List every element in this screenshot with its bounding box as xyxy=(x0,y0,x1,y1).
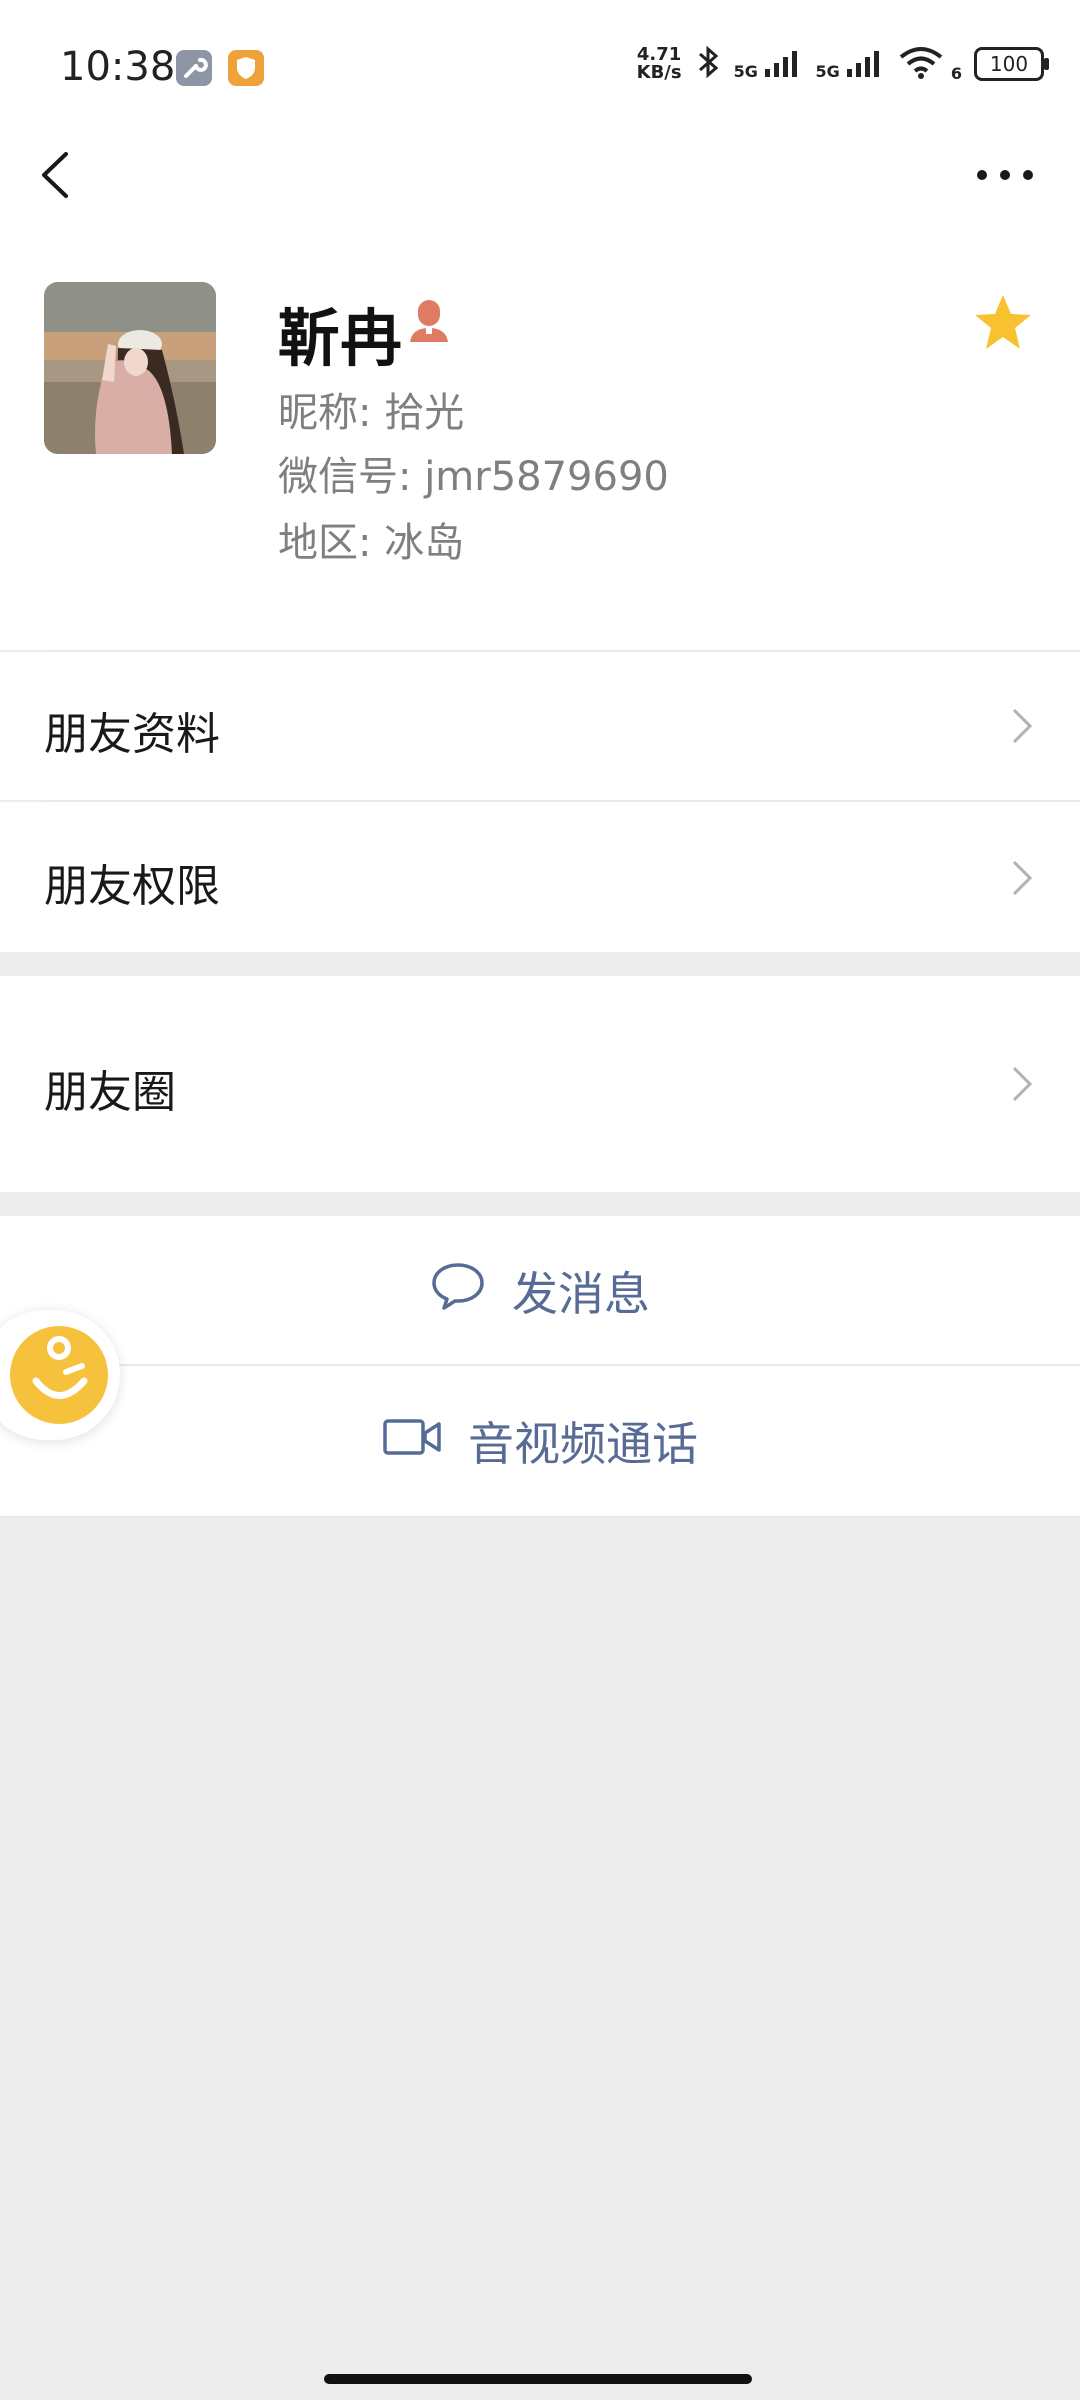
top-nav xyxy=(0,120,1080,230)
chat-bubble-icon xyxy=(430,1261,486,1322)
bluetooth-icon xyxy=(694,44,722,84)
signal-5g-1: 5G xyxy=(734,47,804,81)
status-icons: 4.71 KB/s 5G 5G 6 100 xyxy=(636,44,1049,84)
female-icon xyxy=(408,298,450,344)
wechat-id-text: 微信号: jmr5879690 xyxy=(278,454,669,500)
signal-bars-icon xyxy=(847,51,880,77)
nickname-text: 昵称: 拾光 xyxy=(278,390,465,436)
send-message-button[interactable]: 发消息 xyxy=(0,1216,1080,1366)
chevron-right-icon xyxy=(1010,1064,1034,1104)
wifi-icon: 6 xyxy=(897,45,962,83)
status-bar: 10:38 4.71 KB/s 5G 5G 6 100 xyxy=(0,0,1080,120)
friend-permissions-item[interactable]: 朋友权限 xyxy=(0,802,1080,952)
back-icon[interactable] xyxy=(36,150,76,200)
home-indicator[interactable] xyxy=(324,2374,752,2384)
divider xyxy=(0,1516,1080,1518)
floating-assistant-button[interactable] xyxy=(0,1310,120,1440)
region-text: 地区: 冰岛 xyxy=(278,520,465,566)
friend-permissions-label: 朋友权限 xyxy=(44,861,220,912)
video-call-button[interactable]: 音视频通话 xyxy=(0,1366,1080,1516)
more-icon[interactable] xyxy=(970,160,1040,190)
wrench-app-icon xyxy=(176,50,212,86)
video-call-label: 音视频通话 xyxy=(468,1417,698,1471)
status-time: 10:38 xyxy=(60,44,176,90)
moments-label: 朋友圈 xyxy=(44,1067,176,1118)
network-speed: 4.71 KB/s xyxy=(636,44,682,83)
chevron-right-icon xyxy=(1010,706,1034,746)
assistant-icon xyxy=(10,1326,108,1424)
friend-info-item[interactable]: 朋友资料 xyxy=(0,652,1080,800)
star-icon[interactable] xyxy=(972,292,1034,354)
shield-app-icon xyxy=(228,50,264,86)
avatar[interactable] xyxy=(44,282,216,454)
moments-item[interactable]: 朋友圈 xyxy=(0,976,1080,1192)
battery-indicator: 100 xyxy=(974,47,1049,81)
contact-name: 靳冉 xyxy=(278,302,403,375)
signal-bars-icon xyxy=(765,51,798,77)
video-camera-icon xyxy=(382,1414,442,1468)
signal-5g-2: 5G xyxy=(815,47,885,81)
chevron-right-icon xyxy=(1010,858,1034,898)
profile-card: 靳冉 昵称: 拾光 微信号: jmr5879690 地区: 冰岛 xyxy=(0,230,1080,650)
send-message-label: 发消息 xyxy=(512,1267,650,1321)
friend-info-label: 朋友资料 xyxy=(44,709,220,760)
